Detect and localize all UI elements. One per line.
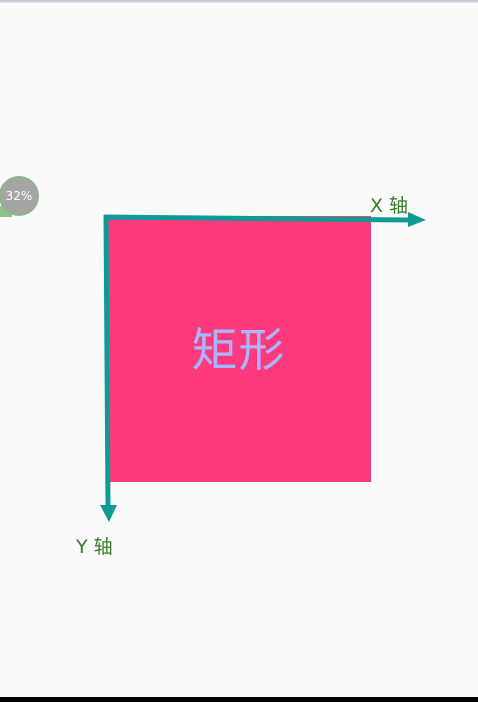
rectangle-shape: 矩形 [106, 216, 371, 482]
y-axis-label: Y 轴 [76, 536, 113, 558]
progress-label: 32% [5, 189, 33, 203]
progress-badge[interactable]: 32% [0, 176, 39, 216]
x-axis-arrowhead [408, 212, 426, 227]
x-axis-label: X 轴 [370, 195, 409, 217]
rectangle-label: 矩形 [191, 323, 286, 377]
y-axis-arrowhead [100, 505, 117, 522]
status-bar-edge [0, 0, 478, 3]
bottom-edge [0, 697, 478, 702]
canvas-screen: 32% 矩形 X 轴 Y 轴 [0, 0, 478, 702]
